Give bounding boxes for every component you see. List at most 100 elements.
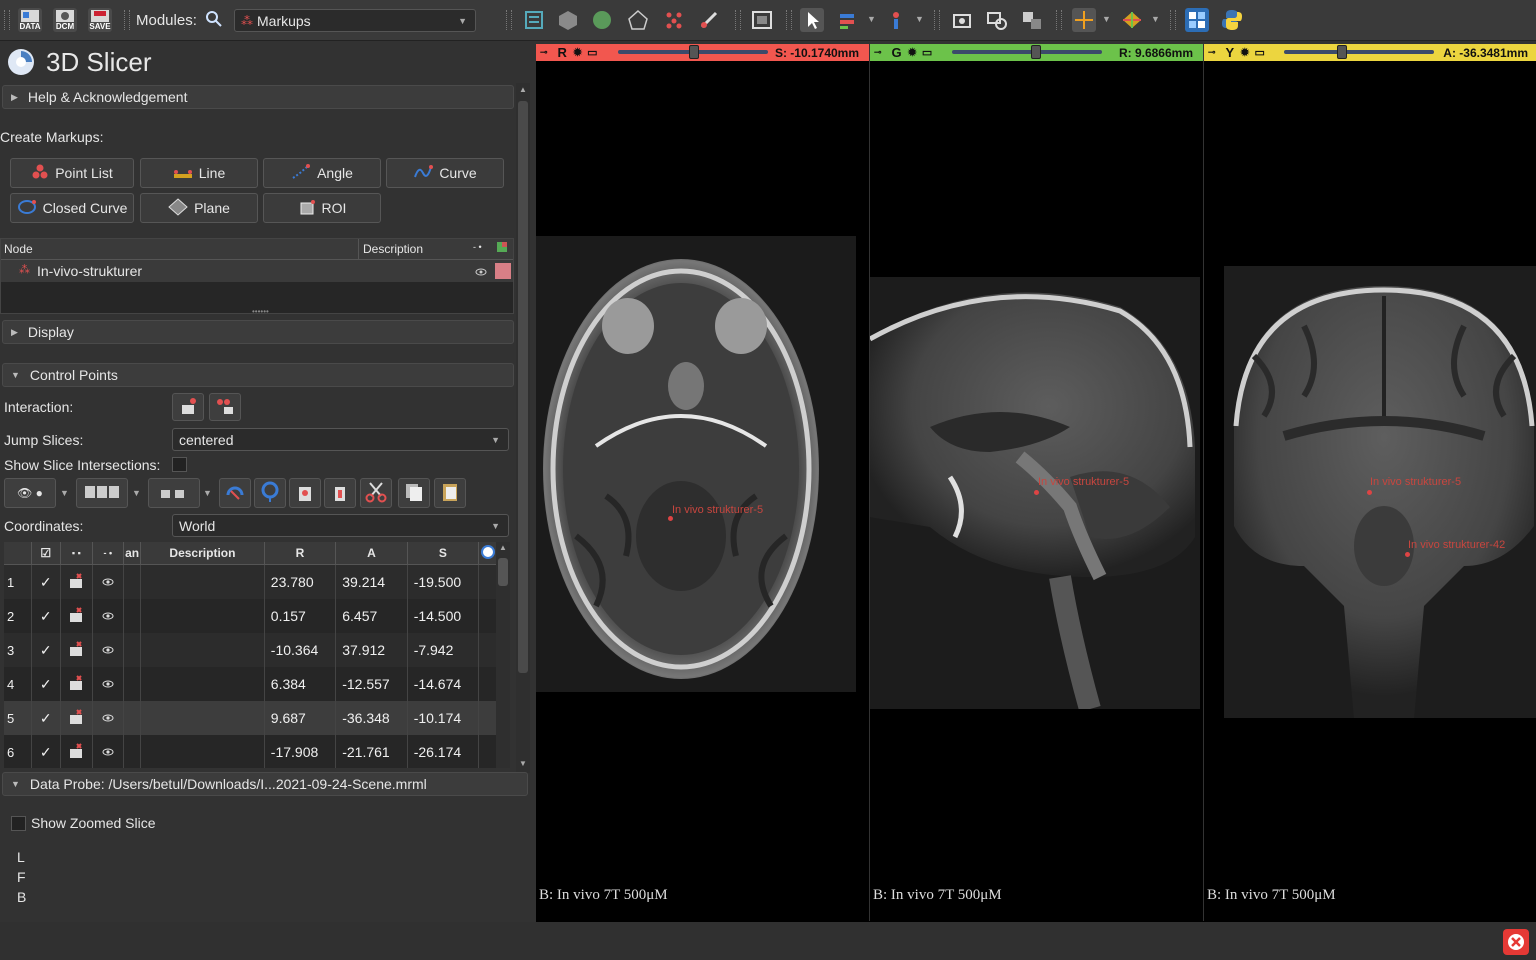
scroll-up-icon[interactable]: ▲: [519, 85, 527, 94]
jump-to-point-button[interactable]: [254, 478, 286, 508]
eye-icon[interactable]: [92, 599, 125, 633]
table-row[interactable]: 4 ✓ 6.384 -12.557 -14.674: [4, 667, 498, 701]
a-column-header[interactable]: A: [335, 542, 408, 565]
unlock-points-button[interactable]: [209, 393, 241, 421]
table-scrollbar[interactable]: ▲: [496, 542, 510, 768]
chevron-down-icon[interactable]: ▼: [915, 14, 924, 24]
node-color-swatch[interactable]: [495, 263, 511, 279]
slice-intersections-icon[interactable]: [1120, 8, 1144, 32]
screenshot-icon[interactable]: [750, 8, 774, 32]
markup-point[interactable]: [668, 516, 673, 521]
green-slice-view[interactable]: ⊸ G ✹ ▭ R: 9.6866mm In vivo strukturer-5…: [870, 44, 1203, 921]
models-icon[interactable]: [590, 8, 614, 32]
maximize-icon[interactable]: ▭: [1254, 46, 1264, 59]
markup-point[interactable]: [1405, 552, 1410, 557]
node-column-header[interactable]: Node: [4, 242, 33, 256]
eye-icon[interactable]: [92, 667, 125, 701]
plane-button[interactable]: Plane: [140, 193, 258, 223]
visible-column-header[interactable]: - •: [92, 542, 125, 565]
place-markup-icon[interactable]: [836, 8, 860, 32]
lock-toggle-button[interactable]: [148, 478, 200, 508]
lock-icon[interactable]: [60, 633, 93, 667]
table-row[interactable]: 6 ✓ -17.908 -21.761 -26.174: [4, 735, 498, 768]
r-column-header[interactable]: R: [264, 542, 337, 565]
yellow-offset-slider-handle[interactable]: [1337, 45, 1347, 59]
check-icon[interactable]: ✓: [31, 633, 62, 667]
chevron-down-icon[interactable]: ▼: [1151, 14, 1160, 24]
chevron-down-icon[interactable]: ▼: [60, 488, 69, 498]
module-selector[interactable]: ⁂ Markups ▼: [234, 9, 476, 32]
segment-editor-icon[interactable]: [697, 8, 721, 32]
delete-point-button[interactable]: [289, 478, 321, 508]
dicom-icon[interactable]: DCM: [53, 8, 77, 32]
display-section-header[interactable]: ▶ Display: [2, 320, 514, 344]
red-slice-view[interactable]: ⊸ R ✹ ▭ S: -10.1740mm In vivo strukturer…: [536, 44, 869, 921]
angle-button[interactable]: Angle: [263, 158, 381, 188]
layout-icon[interactable]: [1020, 8, 1044, 32]
delete-all-button[interactable]: [324, 478, 356, 508]
eye-icon[interactable]: [92, 735, 125, 768]
maximize-icon[interactable]: ▭: [587, 46, 597, 59]
lock-icon[interactable]: [60, 667, 93, 701]
python-icon[interactable]: [1220, 8, 1244, 32]
selected-column-header[interactable]: ☑: [31, 542, 62, 565]
crosshair-mode-icon[interactable]: [884, 8, 908, 32]
lock-points-button[interactable]: [172, 393, 204, 421]
scroll-up-icon[interactable]: ▲: [499, 543, 507, 552]
paste-button[interactable]: [434, 478, 466, 508]
description-column-header[interactable]: Description: [363, 242, 423, 256]
coordinates-combo[interactable]: World ▼: [172, 514, 509, 537]
eye-icon[interactable]: [92, 564, 125, 599]
volume-icon[interactable]: [556, 8, 580, 32]
visibility-toggle-button[interactable]: 👁 ●: [4, 478, 56, 508]
pin-icon[interactable]: ⊸: [1208, 47, 1216, 58]
s-column-header[interactable]: S: [407, 542, 480, 565]
show-zoomed-slice-checkbox[interactable]: [11, 816, 26, 831]
check-icon[interactable]: ✓: [31, 701, 62, 735]
help-section-header[interactable]: ▶ Help & Acknowledgement: [2, 85, 514, 109]
point-list-button[interactable]: Point List: [10, 158, 134, 188]
copy-button[interactable]: [398, 478, 430, 508]
link-icon[interactable]: ✹: [908, 46, 917, 59]
scroll-down-icon[interactable]: ▼: [519, 759, 527, 768]
visibility-column-icon[interactable]: - •: [473, 242, 482, 252]
markup-point[interactable]: [1034, 490, 1039, 495]
lock-icon[interactable]: [60, 599, 93, 633]
check-icon[interactable]: ✓: [31, 667, 62, 701]
extensions-icon[interactable]: [1185, 8, 1209, 32]
table-row[interactable]: 1 ✓ 23.780 39.214 -19.500: [4, 564, 498, 599]
pin-icon[interactable]: ⊸: [540, 47, 548, 58]
search-icon[interactable]: [205, 10, 223, 31]
table-row[interactable]: 2 ✓ 0.157 6.457 -14.500: [4, 599, 498, 633]
chevron-down-icon[interactable]: ▼: [1102, 14, 1111, 24]
eye-icon[interactable]: [475, 264, 487, 280]
eye-icon[interactable]: [92, 633, 125, 667]
unplace-button[interactable]: [219, 478, 251, 508]
index-column-header[interactable]: [4, 542, 32, 565]
splitter-handle[interactable]: ••••••: [252, 307, 269, 316]
chevron-down-icon[interactable]: ▼: [132, 488, 141, 498]
link-icon[interactable]: ✹: [1240, 46, 1249, 59]
panel-scrollbar[interactable]: ▲ ▼: [516, 83, 530, 773]
panel-scrollbar-thumb[interactable]: [518, 101, 528, 673]
check-icon[interactable]: ✓: [31, 564, 62, 599]
cut-button[interactable]: [360, 478, 392, 508]
green-offset-slider-handle[interactable]: [1030, 45, 1041, 59]
markup-point[interactable]: [1367, 490, 1372, 495]
transforms-icon[interactable]: [626, 8, 650, 32]
columns-button[interactable]: [76, 478, 128, 508]
description-column-header[interactable]: Description: [140, 542, 265, 565]
node-row[interactable]: ⁂ In-vivo-strukturer: [1, 260, 513, 282]
status-column-header[interactable]: [478, 542, 498, 565]
closed-curve-button[interactable]: Closed Curve: [10, 193, 134, 223]
welcome-icon[interactable]: [522, 8, 546, 32]
crosshair-icon[interactable]: [1072, 8, 1096, 32]
yellow-slice-view[interactable]: ⊸ Y ✹ ▭ A: -36.3481mm In vivo strukturer…: [1204, 44, 1536, 921]
markups-toolbar-icon[interactable]: [662, 8, 686, 32]
line-button[interactable]: Line: [140, 158, 258, 188]
close-error-icon[interactable]: [1503, 929, 1529, 955]
green-offset-slider[interactable]: [952, 45, 1102, 59]
curve-button[interactable]: Curve: [386, 158, 504, 188]
table-row[interactable]: 5 ✓ 9.687 -36.348 -10.174: [4, 701, 498, 735]
save-icon[interactable]: SAVE: [88, 8, 112, 32]
